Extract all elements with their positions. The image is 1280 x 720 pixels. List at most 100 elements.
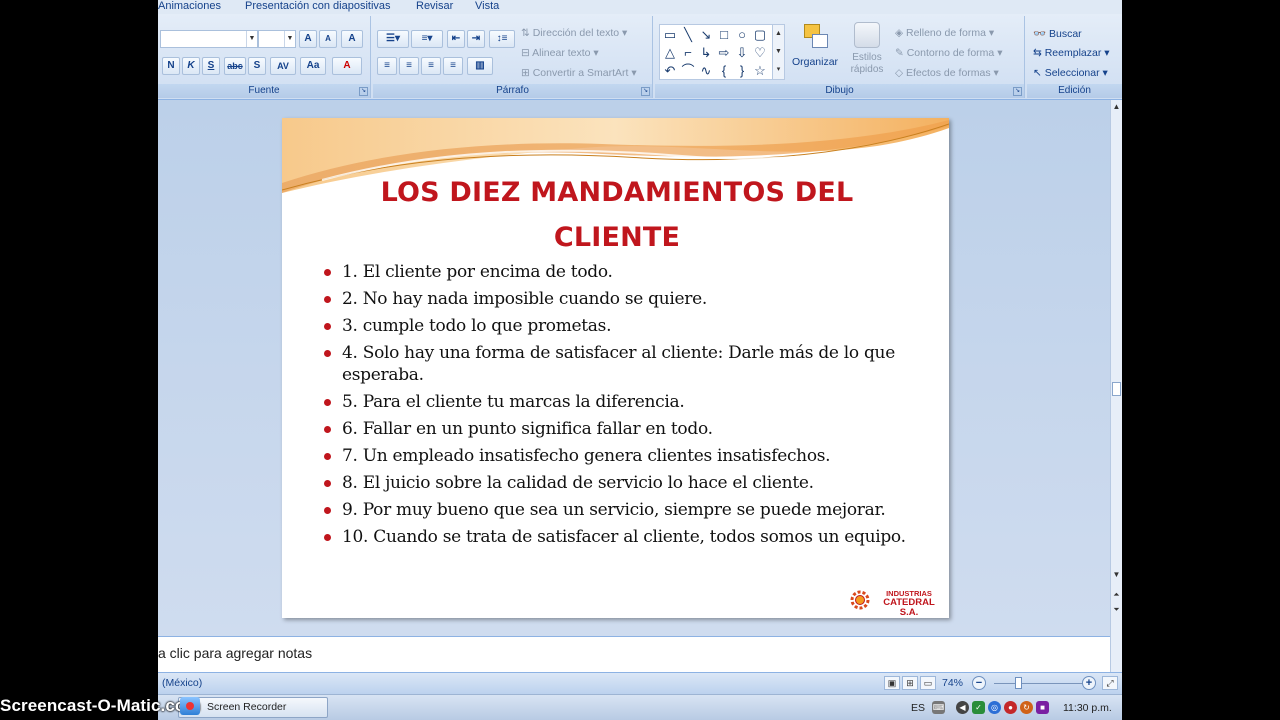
zoom-in-icon[interactable]: +: [1082, 676, 1096, 690]
smartart-icon: ⊞: [521, 67, 533, 79]
grow-font-button[interactable]: A: [299, 30, 317, 48]
tab-animaciones[interactable]: Animaciones: [158, 0, 221, 13]
bullets-button[interactable]: ☰▾: [377, 30, 409, 48]
back-icon[interactable]: ◀: [956, 701, 969, 714]
font-dialog-launcher-icon[interactable]: ↘: [359, 87, 368, 96]
italic-button[interactable]: K: [182, 57, 200, 75]
update-icon[interactable]: ↻: [1020, 701, 1033, 714]
zoom-level[interactable]: 74%: [942, 677, 963, 689]
line-shape-icon[interactable]: ╲: [680, 27, 696, 43]
tab-vista[interactable]: Vista: [475, 0, 499, 13]
clock[interactable]: 11:30 p.m.: [1063, 702, 1112, 714]
align-left-button[interactable]: ≡: [377, 57, 397, 75]
elbow-arrow-shape-icon[interactable]: ↳: [698, 45, 714, 61]
drawing-dialog-launcher-icon[interactable]: ↘: [1013, 87, 1022, 96]
increase-indent-button[interactable]: ⇥: [467, 30, 485, 48]
arrange-button[interactable]: Organizar: [790, 20, 840, 80]
zoom-slider-thumb[interactable]: [1015, 677, 1022, 689]
scroll-down-icon[interactable]: ▼: [1111, 570, 1122, 579]
elbow-connector-shape-icon[interactable]: ⌐: [680, 45, 696, 61]
slide-title[interactable]: LOS DIEZ MANDAMIENTOS DEL CLIENTE: [322, 170, 912, 260]
char-spacing-button[interactable]: AV: [270, 57, 296, 75]
fit-to-window-icon[interactable]: ⤢: [1102, 676, 1118, 690]
arrange-icon: [800, 22, 830, 52]
right-arrow-shape-icon[interactable]: ⇨: [716, 45, 732, 61]
font-size-combo[interactable]: ▼: [258, 30, 296, 48]
scroll-up-icon[interactable]: ▲: [1111, 102, 1122, 111]
font-name-combo[interactable]: ▼: [160, 30, 258, 48]
zoom-slider-track[interactable]: [994, 683, 1084, 684]
heart-shape-icon[interactable]: ♡: [752, 45, 768, 61]
find-button[interactable]: 👓 Buscar: [1033, 27, 1082, 40]
triangle-shape-icon[interactable]: △: [662, 45, 678, 61]
strikethrough-button[interactable]: abc: [224, 57, 246, 75]
tab-revisar[interactable]: Revisar: [416, 0, 453, 13]
shape-effects-button[interactable]: ◇ Efectos de formas ▾: [895, 67, 999, 79]
shadow-button[interactable]: S: [248, 57, 266, 75]
decrease-indent-button[interactable]: ⇤: [447, 30, 465, 48]
numbering-button[interactable]: ≡▾: [411, 30, 443, 48]
align-text-button[interactable]: ⊟ Alinear texto ▾: [521, 47, 599, 59]
oval-shape-icon[interactable]: ○: [734, 27, 750, 43]
replace-button[interactable]: ⇆ Reemplazar ▾: [1033, 47, 1110, 59]
bullet-item: 5. Para el cliente tu marcas la diferenc…: [322, 391, 912, 413]
curve-shape-icon[interactable]: ↶: [662, 63, 678, 79]
shape-fill-button[interactable]: ◈ Relleno de forma ▾: [895, 27, 994, 39]
align-right-button[interactable]: ≡: [421, 57, 441, 75]
network-icon[interactable]: ✓: [972, 701, 985, 714]
underline-button[interactable]: S: [202, 57, 220, 75]
scroll-thumb[interactable]: [1112, 382, 1121, 396]
columns-button[interactable]: ▥: [467, 57, 493, 75]
change-case-button[interactable]: Aa: [300, 57, 326, 75]
rectangle-shape-icon[interactable]: □: [716, 27, 732, 43]
shape-outline-button[interactable]: ✎ Contorno de forma ▾: [895, 47, 1002, 59]
gallery-scroll[interactable]: ▲ ▼ ▾: [772, 25, 784, 79]
next-slide-icon[interactable]: ⏷: [1111, 605, 1122, 615]
notes-pane[interactable]: a clic para agregar notas: [158, 636, 1110, 672]
select-button[interactable]: ↖ Seleccionar ▾: [1033, 67, 1108, 79]
textbox-shape-icon[interactable]: ▭: [662, 27, 678, 43]
vertical-scrollbar[interactable]: ▲ ▼ ⏶ ⏷: [1110, 100, 1122, 636]
app-tray-icon[interactable]: ■: [1036, 701, 1049, 714]
slideshow-view-icon[interactable]: ▭: [920, 676, 936, 690]
slide[interactable]: LOS DIEZ MANDAMIENTOS DEL CLIENTE 1. El …: [282, 118, 949, 618]
paragraph-dialog-launcher-icon[interactable]: ↘: [641, 87, 650, 96]
align-center-button[interactable]: ≡: [399, 57, 419, 75]
paragraph-group: ☰▾ ≡▾ ⇤ ⇥ ↕≡ ≡ ≡ ≡ ≡ ▥ ⇅ Dirección del t…: [373, 16, 653, 98]
clear-format-button[interactable]: A: [341, 30, 363, 48]
shrink-font-button[interactable]: A: [319, 30, 337, 48]
keyboard-icon[interactable]: ⌨: [932, 701, 945, 714]
left-brace-shape-icon[interactable]: {: [716, 63, 732, 79]
powerpoint-window: Animaciones Presentación con diapositiva…: [158, 0, 1122, 720]
bold-button[interactable]: N: [162, 57, 180, 75]
quick-styles-button[interactable]: Estilos rápidos: [843, 20, 891, 80]
shapes-gallery[interactable]: ▭ ╲ ↘ □ ○ ▢ △ ⌐ ↳ ⇨ ⇩ ♡ ↶ ⌒ ∿ { } ☆ ▲ ▼ ▾: [659, 24, 785, 80]
normal-view-icon[interactable]: ▣: [884, 676, 900, 690]
input-language[interactable]: ES: [911, 702, 925, 714]
arrow-line-shape-icon[interactable]: ↘: [698, 27, 714, 43]
rounded-rect-shape-icon[interactable]: ▢: [752, 27, 768, 43]
bullet-item: 3. cumple todo lo que prometas.: [322, 315, 912, 337]
arc-shape-icon[interactable]: ⌒: [680, 63, 696, 79]
chevron-down-icon: ▼: [284, 31, 295, 47]
font-color-button[interactable]: A: [332, 57, 362, 75]
drawing-group: ▭ ╲ ↘ □ ○ ▢ △ ⌐ ↳ ⇨ ⇩ ♡ ↶ ⌒ ∿ { } ☆ ▲ ▼ ▾: [655, 16, 1025, 98]
text-direction-button[interactable]: ⇅ Dirección del texto ▾: [521, 27, 627, 39]
antivirus-icon[interactable]: ●: [1004, 701, 1017, 714]
notes-scrollbar[interactable]: [1110, 636, 1122, 672]
star-shape-icon[interactable]: ☆: [752, 63, 768, 79]
effects-icon: ◇: [895, 67, 906, 79]
bullet-list[interactable]: 1. El cliente por encima de todo. 2. No …: [322, 261, 912, 553]
convert-smartart-button[interactable]: ⊞ Convertir a SmartArt ▾: [521, 67, 637, 79]
down-arrow-shape-icon[interactable]: ⇩: [734, 45, 750, 61]
wave-shape-icon[interactable]: ∿: [698, 63, 714, 79]
slide-sorter-icon[interactable]: ⊞: [902, 676, 918, 690]
line-spacing-button[interactable]: ↕≡: [489, 30, 515, 48]
justify-button[interactable]: ≡: [443, 57, 463, 75]
tab-presentacion[interactable]: Presentación con diapositivas: [245, 0, 391, 13]
previous-slide-icon[interactable]: ⏶: [1111, 590, 1122, 600]
language-indicator[interactable]: (México): [162, 677, 202, 689]
zoom-out-icon[interactable]: −: [972, 676, 986, 690]
globe-icon[interactable]: ◎: [988, 701, 1001, 714]
right-brace-shape-icon[interactable]: }: [734, 63, 750, 79]
